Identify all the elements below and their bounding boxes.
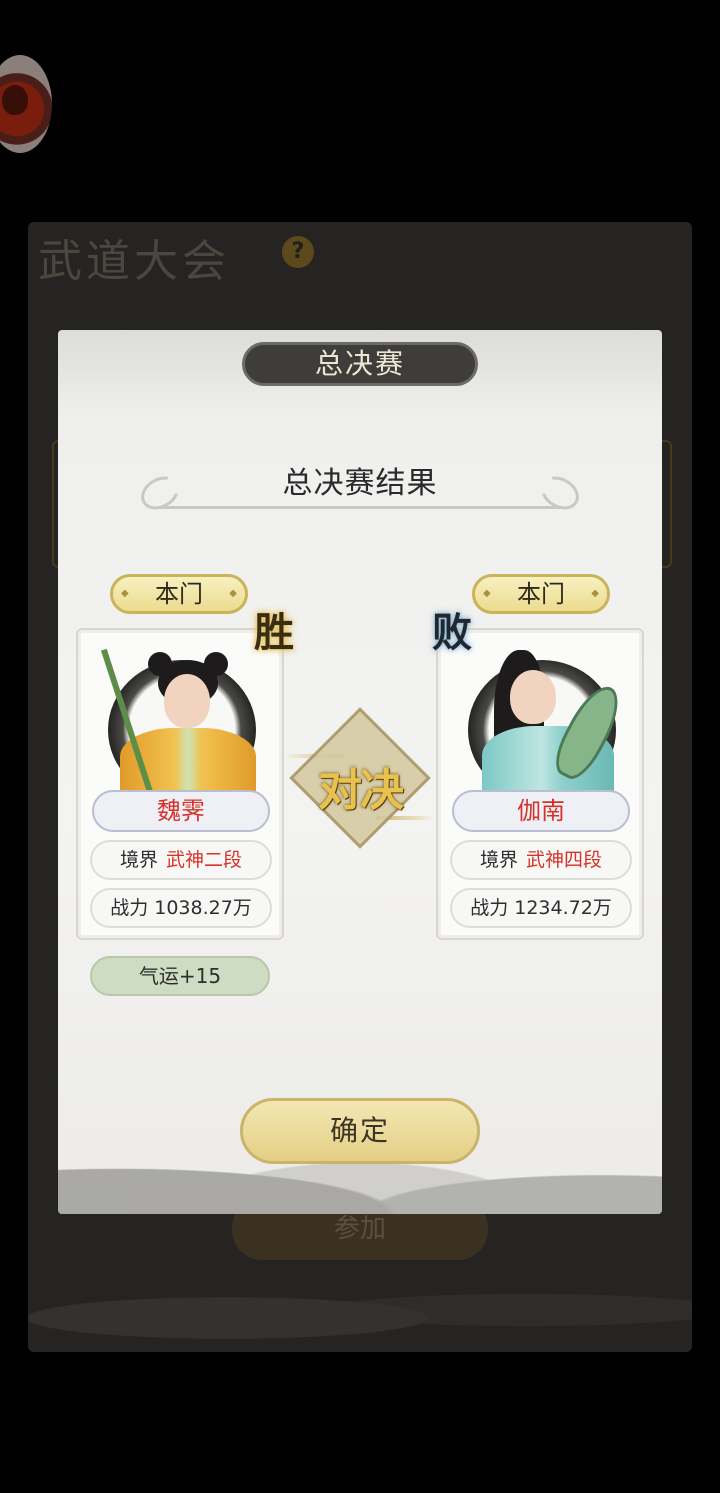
result-heading: 总决赛结果 (282, 466, 438, 501)
right-fighter-card[interactable]: 伽南 境界 武神四段 战力 1234.72万 (436, 628, 644, 940)
right-fighter-portrait (460, 642, 630, 800)
lose-mark: 败 (432, 609, 472, 656)
right-fighter-power: 战力 1234.72万 (450, 888, 632, 928)
vs-label: 对决 (318, 765, 404, 816)
help-icon[interactable]: ? (282, 236, 314, 268)
heading-divider (160, 506, 560, 509)
left-sect-tag: 本门 (110, 574, 248, 614)
realm-value: 武神二段 (166, 849, 243, 871)
dialog-title: 总决赛 (242, 342, 478, 386)
left-fighter-power: 战力 1038.27万 (90, 888, 272, 928)
background-title: 武道大会 (38, 236, 230, 287)
right-fighter-realm: 境界 武神四段 (450, 840, 632, 880)
left-fighter-card[interactable]: 魏霁 境界 武神二段 战力 1038.27万 (76, 628, 284, 940)
realm-value: 武神四段 (526, 849, 603, 871)
win-mark: 胜 (254, 609, 294, 656)
fortune-reward-badge: 气运+15 (90, 956, 270, 996)
right-sect-tag: 本门 (472, 574, 610, 614)
player-avatar[interactable] (0, 55, 52, 153)
realm-label: 境界 (479, 849, 518, 871)
right-fighter-name: 伽南 (452, 790, 630, 832)
background-cloud-decoration (28, 1270, 692, 1350)
left-fighter-realm: 境界 武神二段 (90, 840, 272, 880)
left-fighter-portrait (100, 642, 264, 800)
realm-label: 境界 (119, 849, 158, 871)
left-fighter-name: 魏霁 (92, 790, 270, 832)
confirm-button[interactable]: 确定 (240, 1098, 480, 1164)
